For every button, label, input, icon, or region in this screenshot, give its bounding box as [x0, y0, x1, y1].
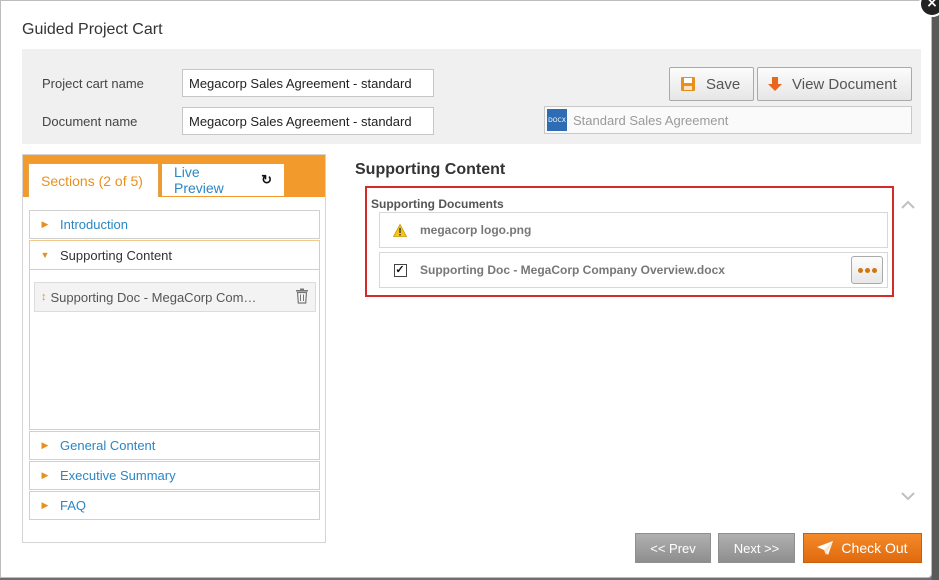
- floppy-disk-icon: [680, 76, 696, 92]
- tab-live-preview-label: Live Preview: [174, 164, 224, 196]
- tab-sections[interactable]: Sections (2 of 5): [28, 163, 159, 197]
- sections-panel: Sections (2 of 5) Live Preview ↻ ▶ Intro…: [22, 154, 326, 543]
- prev-button[interactable]: << Prev: [635, 533, 711, 563]
- prev-button-label: << Prev: [650, 540, 696, 556]
- supporting-documents-group: Supporting Documents megacorp logo.png ✓…: [365, 186, 894, 297]
- supporting-documents-heading: Supporting Documents: [371, 197, 504, 211]
- content-section-title: Supporting Content: [355, 161, 506, 178]
- section-document-item[interactable]: ↕ Supporting Doc - MegaCorp Com…: [34, 282, 316, 312]
- ellipsis-icon-dot: [864, 267, 870, 273]
- document-name-input[interactable]: [182, 107, 434, 135]
- supporting-content-body: ↕ Supporting Doc - MegaCorp Com…: [29, 270, 320, 430]
- template-selector[interactable]: DOCX Standard Sales Agreement: [544, 106, 912, 134]
- next-button-label: Next >>: [733, 540, 780, 556]
- cart-header-panel: Project cart name Document name Save Vie…: [22, 49, 921, 144]
- caret-right-icon: ▶: [41, 470, 49, 480]
- document-name: Supporting Doc - MegaCorp Company Overvi…: [420, 263, 725, 277]
- caret-down-icon: ▼: [40, 250, 50, 260]
- scroll-down-icon[interactable]: [900, 488, 916, 506]
- section-label: Executive Summary: [60, 468, 176, 483]
- tab-sections-label: Sections (2 of 5): [41, 172, 143, 189]
- save-button-label: Save: [706, 75, 741, 93]
- document-checkbox[interactable]: ✓: [393, 263, 407, 277]
- tab-bar: Sections (2 of 5) Live Preview ↻: [23, 155, 325, 197]
- more-options-button[interactable]: [851, 256, 883, 284]
- section-general-content[interactable]: ▶ General Content: [29, 431, 320, 460]
- view-document-button-label: View Document: [792, 75, 897, 93]
- tab-live-preview[interactable]: Live Preview ↻: [162, 164, 284, 196]
- document-row[interactable]: megacorp logo.png: [379, 212, 888, 248]
- check-out-button[interactable]: Check Out: [803, 533, 922, 563]
- section-label: Introduction: [60, 217, 128, 232]
- caret-right-icon: ▶: [41, 500, 49, 510]
- section-executive-summary[interactable]: ▶ Executive Summary: [29, 461, 320, 490]
- background-strip: [932, 0, 939, 580]
- ellipsis-icon-dot: [871, 267, 877, 273]
- section-label: General Content: [60, 438, 156, 453]
- caret-right-icon: ▶: [41, 219, 49, 229]
- template-name: Standard Sales Agreement: [573, 112, 729, 128]
- view-document-button[interactable]: View Document: [757, 67, 912, 101]
- section-label: FAQ: [60, 498, 87, 513]
- next-button[interactable]: Next >>: [718, 533, 795, 563]
- drag-handle-icon[interactable]: ↕: [41, 291, 47, 303]
- scroll-up-icon[interactable]: [900, 197, 916, 215]
- ellipsis-icon: [857, 267, 863, 273]
- document-name-label: Document name: [42, 114, 138, 129]
- dialog-title: Guided Project Cart: [22, 21, 163, 38]
- warning-icon: [380, 223, 420, 237]
- refresh-icon[interactable]: ↻: [261, 172, 272, 188]
- document-name: megacorp logo.png: [420, 223, 532, 237]
- download-arrow-icon: [768, 76, 782, 92]
- section-supporting-content[interactable]: ▼ Supporting Content: [29, 240, 320, 270]
- close-icon: ×: [926, 0, 938, 11]
- check-out-label: Check Out: [841, 540, 908, 556]
- paper-plane-icon: [817, 541, 834, 555]
- section-introduction[interactable]: ▶ Introduction: [29, 210, 320, 239]
- docx-file-icon: DOCX: [547, 109, 567, 131]
- section-faq[interactable]: ▶ FAQ: [29, 491, 320, 520]
- document-row[interactable]: ✓ Supporting Doc - MegaCorp Company Over…: [379, 252, 888, 288]
- project-cart-name-input[interactable]: [182, 69, 434, 97]
- guided-project-cart-dialog: Guided Project Cart Project cart name Do…: [0, 0, 932, 578]
- save-button[interactable]: Save: [669, 67, 754, 101]
- trash-icon[interactable]: [295, 288, 309, 307]
- section-document-label: Supporting Doc - MegaCorp Com…: [50, 289, 257, 305]
- caret-right-icon: ▶: [41, 440, 49, 450]
- checkbox-wrapper: ✓: [380, 263, 420, 277]
- section-label: Supporting Content: [60, 247, 173, 263]
- project-cart-name-label: Project cart name: [42, 76, 144, 91]
